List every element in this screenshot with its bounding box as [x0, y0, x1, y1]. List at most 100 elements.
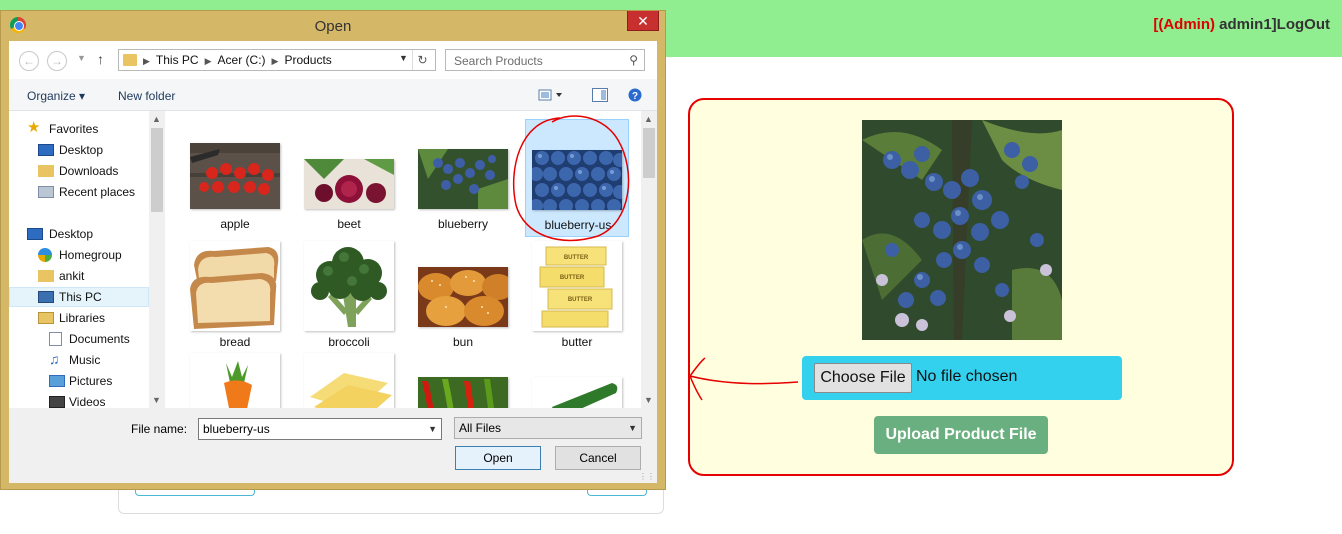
- scroll-up-icon[interactable]: ▲: [152, 114, 161, 124]
- computer-icon: [38, 291, 54, 303]
- back-arrow-icon[interactable]: ←: [19, 51, 39, 71]
- folder-icon: [123, 54, 137, 66]
- logout-link[interactable]: LogOut: [1277, 16, 1330, 33]
- file-type-value: All Files: [459, 421, 502, 435]
- nav-this-pc[interactable]: This PC: [9, 287, 149, 307]
- chevron-down-icon[interactable]: ▼: [428, 424, 437, 434]
- thumbnail-beet: [304, 159, 394, 209]
- file-type-select[interactable]: All Files ▼: [454, 417, 642, 439]
- address-dropdown-icon[interactable]: ▼: [399, 53, 408, 63]
- file-tile-cucumber[interactable]: [525, 353, 629, 408]
- file-tile-broccoli[interactable]: broccoli: [297, 237, 401, 355]
- downloads-icon: [38, 165, 54, 177]
- dialog-body: ← → ▼ ↑ ▶ This PC ▶ Acer (C:) ▶ Products ▼ ↻ …: [9, 41, 657, 483]
- forward-arrow-icon[interactable]: →: [47, 51, 67, 71]
- svg-text:BUTTER: BUTTER: [564, 255, 589, 261]
- file-name-value[interactable]: blueberry-us: [203, 422, 270, 436]
- thumbnail-bread: [190, 241, 280, 331]
- file-tile-cheese[interactable]: [297, 353, 401, 408]
- recent-locations-dropdown-icon[interactable]: ▼: [77, 53, 86, 63]
- search-box[interactable]: Search Products ⚲: [445, 49, 645, 71]
- file-tile-bun[interactable]: bun: [411, 237, 515, 355]
- user-folder-icon: [38, 270, 54, 282]
- address-bar[interactable]: ▶ This PC ▶ Acer (C:) ▶ Products ▼ ↻: [118, 49, 436, 71]
- nav-music[interactable]: ♫ Music: [9, 350, 149, 370]
- cancel-button[interactable]: Cancel: [555, 446, 641, 470]
- nav-favorites[interactable]: ★ Favorites: [9, 119, 149, 139]
- videos-icon: [49, 396, 65, 408]
- file-name-bread: bread: [219, 335, 251, 349]
- desktop-icon: [38, 144, 54, 156]
- file-name-field[interactable]: blueberry-us ▼: [198, 418, 442, 440]
- nav-ankit[interactable]: ankit: [9, 266, 149, 286]
- thumbnail-cheese: [304, 353, 394, 408]
- breadcrumb-item[interactable]: Acer (C:): [218, 53, 266, 67]
- resize-grip-icon[interactable]: ⋮⋮: [639, 472, 655, 481]
- nav-documents[interactable]: Documents: [9, 329, 149, 349]
- desktop-icon: [27, 228, 43, 240]
- upload-product-file-button[interactable]: Upload Product File: [874, 416, 1048, 454]
- product-preview-image: [862, 120, 1062, 340]
- nav-downloads[interactable]: Downloads: [9, 161, 149, 181]
- choose-file-button[interactable]: Choose File: [814, 363, 912, 393]
- file-name-bun: bun: [452, 335, 474, 349]
- dialog-titlebar[interactable]: Open ✕: [1, 11, 665, 41]
- nav-desktop-favorite[interactable]: Desktop: [9, 140, 149, 160]
- star-icon: ★: [27, 119, 41, 136]
- documents-icon: [49, 332, 62, 346]
- nav-homegroup[interactable]: Homegroup: [9, 245, 149, 265]
- scroll-down-icon[interactable]: ▼: [644, 395, 653, 405]
- homegroup-icon: [38, 248, 52, 262]
- thumbnail-cucumber: [532, 377, 622, 408]
- thumbnail-blueberry: [418, 149, 508, 209]
- dialog-close-button[interactable]: ✕: [627, 11, 659, 31]
- user-name: admin1: [1214, 16, 1272, 33]
- file-name-beet: beet: [337, 217, 361, 231]
- help-icon[interactable]: ?: [628, 88, 642, 105]
- change-view-icon[interactable]: [538, 88, 566, 105]
- recent-places-icon: [38, 186, 54, 198]
- preview-pane-icon[interactable]: [592, 88, 608, 105]
- search-icon[interactable]: ⚲: [629, 53, 638, 67]
- address-row: ← → ▼ ↑ ▶ This PC ▶ Acer (C:) ▶ Products ▼ ↻ …: [9, 41, 657, 79]
- up-arrow-icon[interactable]: ↑: [97, 51, 104, 67]
- scroll-up-icon[interactable]: ▲: [644, 114, 653, 124]
- chevron-down-icon[interactable]: ▼: [628, 423, 637, 433]
- no-file-chosen-text: No file chosen: [916, 368, 1018, 385]
- file-tile-chilli[interactable]: [411, 353, 515, 408]
- svg-text:BUTTER: BUTTER: [568, 297, 593, 303]
- new-folder-button[interactable]: New folder: [118, 89, 175, 103]
- breadcrumb-item[interactable]: Products: [284, 53, 331, 67]
- file-tile-blueberry[interactable]: blueberry: [411, 119, 515, 237]
- scrollbar-thumb[interactable]: [151, 128, 163, 212]
- open-button[interactable]: Open: [455, 446, 541, 470]
- breadcrumb-item[interactable]: This PC: [156, 53, 199, 67]
- file-tile-beet[interactable]: beet: [297, 119, 401, 237]
- command-bar: Organize ▾ New folder ?: [9, 79, 657, 111]
- organize-menu[interactable]: Organize ▾: [27, 89, 85, 103]
- file-tile-butter[interactable]: BUTTER BUTTER BUTTER butter: [525, 237, 629, 355]
- file-tile-apple[interactable]: apple: [183, 119, 287, 237]
- scroll-down-icon[interactable]: ▼: [152, 395, 161, 405]
- file-name-blueberry-us: blueberry-us: [544, 218, 612, 232]
- nav-pictures[interactable]: Pictures: [9, 371, 149, 391]
- file-list: apple beet blueberry blueberry-us bread …: [165, 111, 657, 408]
- upload-card: Choose File No file chosen Upload Produc…: [688, 98, 1234, 476]
- breadcrumb: ▶ This PC ▶ Acer (C:) ▶ Products: [143, 53, 332, 67]
- file-tile-blueberry-us[interactable]: blueberry-us: [525, 119, 629, 237]
- dialog-footer: File name: blueberry-us ▼ All Files ▼ Op…: [9, 408, 657, 483]
- nav-scrollbar[interactable]: ▲ ▼: [149, 111, 165, 408]
- search-input[interactable]: Search Products: [454, 54, 543, 68]
- scrollbar-thumb[interactable]: [643, 128, 655, 178]
- music-icon: ♫: [49, 351, 60, 367]
- nav-libraries[interactable]: Libraries: [9, 308, 149, 328]
- thumbnail-butter: BUTTER BUTTER BUTTER: [532, 241, 622, 331]
- nav-desktop[interactable]: Desktop: [9, 224, 149, 244]
- file-tile-bread[interactable]: bread: [183, 237, 287, 355]
- file-name-apple: apple: [220, 217, 250, 231]
- refresh-icon[interactable]: ↻: [412, 50, 432, 70]
- nav-recent-places[interactable]: Recent places: [9, 182, 149, 202]
- file-input-container: Choose File No file chosen: [802, 356, 1122, 400]
- file-tile-carrot[interactable]: [183, 353, 287, 408]
- file-list-scrollbar[interactable]: ▲ ▼: [641, 111, 657, 408]
